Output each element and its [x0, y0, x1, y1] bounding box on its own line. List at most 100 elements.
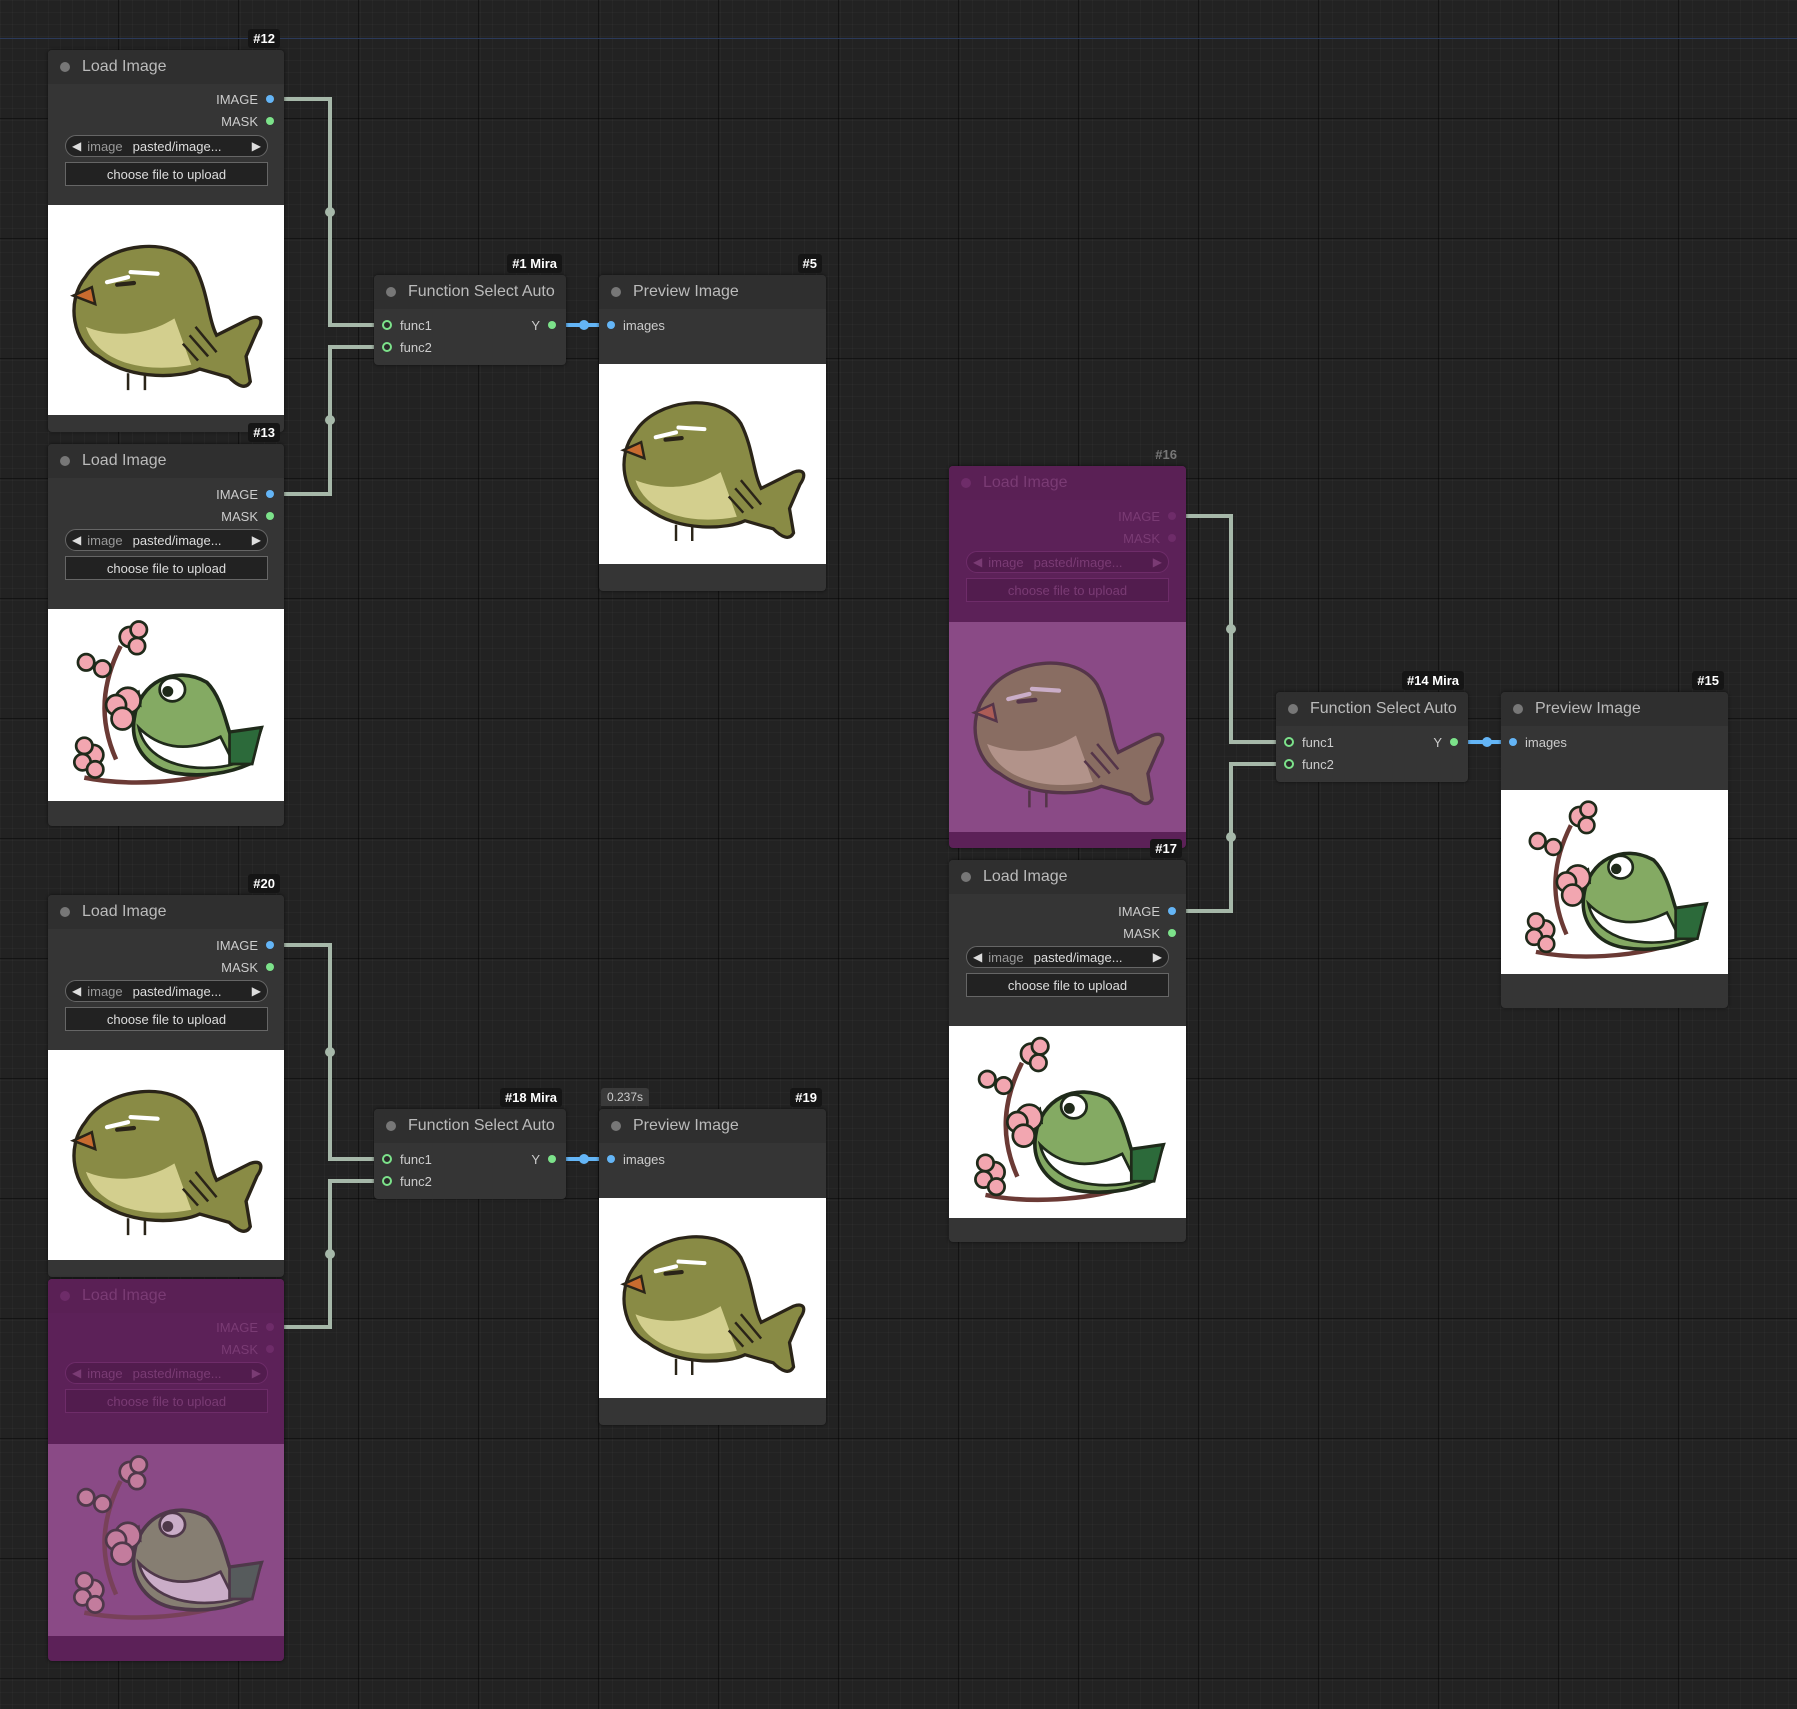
collapse-dot-icon[interactable]: [60, 1291, 70, 1301]
arrow-left-icon[interactable]: ◀: [66, 1366, 87, 1380]
arrow-right-icon[interactable]: ▶: [1147, 950, 1168, 964]
input-func2[interactable]: func2: [382, 336, 432, 358]
func-slot-icon[interactable]: [382, 342, 392, 352]
node-header[interactable]: Load Image: [48, 50, 284, 84]
arrow-right-icon[interactable]: ▶: [246, 1366, 267, 1380]
func-slot-icon[interactable]: [382, 1176, 392, 1186]
image-combo[interactable]: ◀ image pasted/image... ▶: [65, 135, 268, 157]
node-header[interactable]: Function Select Auto: [374, 275, 566, 309]
mask-slot-icon[interactable]: [266, 1345, 274, 1353]
arrow-right-icon[interactable]: ▶: [246, 984, 267, 998]
output-mask[interactable]: MASK: [221, 956, 274, 978]
image-slot-icon[interactable]: [1509, 738, 1517, 746]
collapse-dot-icon[interactable]: [60, 456, 70, 466]
output-y[interactable]: Y: [1433, 731, 1458, 753]
output-slot-icon[interactable]: [548, 321, 556, 329]
output-slot-icon[interactable]: [548, 1155, 556, 1163]
output-slot-icon[interactable]: [1450, 738, 1458, 746]
image-combo[interactable]: ◀ image pasted/image... ▶: [65, 980, 268, 1002]
node-header[interactable]: Load Image: [48, 1279, 284, 1313]
collapse-dot-icon[interactable]: [386, 287, 396, 297]
image-slot-icon[interactable]: [607, 321, 615, 329]
arrow-left-icon[interactable]: ◀: [66, 533, 87, 547]
collapse-dot-icon[interactable]: [60, 62, 70, 72]
output-image[interactable]: IMAGE: [1118, 900, 1176, 922]
upload-button[interactable]: choose file to upload: [966, 973, 1169, 997]
arrow-right-icon[interactable]: ▶: [246, 533, 267, 547]
image-slot-icon[interactable]: [1168, 512, 1176, 520]
node-header[interactable]: Function Select Auto: [1276, 692, 1468, 726]
input-images[interactable]: images: [607, 314, 665, 336]
output-image[interactable]: IMAGE: [216, 88, 274, 110]
collapse-dot-icon[interactable]: [1288, 704, 1298, 714]
image-combo[interactable]: ◀ image pasted/image... ▶: [966, 946, 1169, 968]
function-select-node-14[interactable]: #14 Mira Function Select Auto func1 func…: [1276, 671, 1468, 782]
node-header[interactable]: Load Image: [949, 860, 1186, 894]
output-image[interactable]: IMAGE: [216, 483, 274, 505]
output-mask[interactable]: MASK: [221, 110, 274, 132]
output-mask[interactable]: MASK: [1123, 922, 1176, 944]
collapse-dot-icon[interactable]: [1513, 704, 1523, 714]
preview-image-node-19[interactable]: 0.237s #19 Preview Image images: [599, 1088, 826, 1425]
node-header[interactable]: Load Image: [949, 466, 1186, 500]
arrow-left-icon[interactable]: ◀: [66, 139, 87, 153]
arrow-right-icon[interactable]: ▶: [1147, 555, 1168, 569]
output-mask[interactable]: MASK: [1123, 527, 1176, 549]
preview-image-node-5[interactable]: #5 Preview Image images: [599, 254, 826, 591]
func-slot-icon[interactable]: [1284, 759, 1294, 769]
output-y[interactable]: Y: [531, 314, 556, 336]
collapse-dot-icon[interactable]: [961, 478, 971, 488]
upload-button[interactable]: choose file to upload: [65, 556, 268, 580]
output-image[interactable]: IMAGE: [216, 934, 274, 956]
upload-button[interactable]: choose file to upload: [65, 1007, 268, 1031]
function-select-node-1[interactable]: #1 Mira Function Select Auto func1 func2…: [374, 254, 566, 365]
upload-button[interactable]: choose file to upload: [966, 578, 1169, 602]
load-image-node-20[interactable]: #20 Load Image IMAGE MASK ◀ image pasted/i…: [48, 874, 284, 1277]
image-combo[interactable]: ◀ image pasted/image... ▶: [65, 1362, 268, 1384]
arrow-left-icon[interactable]: ◀: [967, 555, 988, 569]
load-image-node-bypassed[interactable]: Load Image IMAGE MASK ◀ image pasted/image…: [48, 1279, 284, 1661]
mask-slot-icon[interactable]: [266, 963, 274, 971]
upload-button[interactable]: choose file to upload: [65, 1389, 268, 1413]
collapse-dot-icon[interactable]: [386, 1121, 396, 1131]
output-image[interactable]: IMAGE: [1118, 505, 1176, 527]
image-slot-icon[interactable]: [266, 95, 274, 103]
output-mask[interactable]: MASK: [221, 1338, 274, 1360]
mask-slot-icon[interactable]: [1168, 929, 1176, 937]
image-slot-icon[interactable]: [607, 1155, 615, 1163]
image-slot-icon[interactable]: [1168, 907, 1176, 915]
input-images[interactable]: images: [1509, 731, 1567, 753]
image-combo[interactable]: ◀ image pasted/image... ▶: [65, 529, 268, 551]
output-mask[interactable]: MASK: [221, 505, 274, 527]
input-func1[interactable]: func1: [382, 1148, 432, 1170]
collapse-dot-icon[interactable]: [611, 1121, 621, 1131]
input-func1[interactable]: func1: [382, 314, 432, 336]
func-slot-icon[interactable]: [382, 1154, 392, 1164]
mask-slot-icon[interactable]: [266, 512, 274, 520]
collapse-dot-icon[interactable]: [60, 907, 70, 917]
load-image-node-17[interactable]: #17 Load Image IMAGE MASK ◀ image pasted/i…: [949, 839, 1186, 1242]
function-select-node-18[interactable]: #18 Mira Function Select Auto func1 func…: [374, 1088, 566, 1199]
input-func1[interactable]: func1: [1284, 731, 1334, 753]
collapse-dot-icon[interactable]: [611, 287, 621, 297]
node-header[interactable]: Function Select Auto: [374, 1109, 566, 1143]
load-image-node-12[interactable]: #12 Load Image IMAGE MASK ◀ image pasted/i…: [48, 29, 284, 432]
input-func2[interactable]: func2: [382, 1170, 432, 1192]
node-header[interactable]: Load Image: [48, 444, 284, 478]
image-slot-icon[interactable]: [266, 1323, 274, 1331]
arrow-right-icon[interactable]: ▶: [246, 139, 267, 153]
image-slot-icon[interactable]: [266, 941, 274, 949]
func-slot-icon[interactable]: [382, 320, 392, 330]
func-slot-icon[interactable]: [1284, 737, 1294, 747]
node-header[interactable]: Preview Image: [599, 1109, 826, 1143]
node-header[interactable]: Load Image: [48, 895, 284, 929]
arrow-left-icon[interactable]: ◀: [66, 984, 87, 998]
load-image-node-13[interactable]: #13 Load Image IMAGE MASK ◀ image pasted/i…: [48, 423, 284, 826]
mask-slot-icon[interactable]: [266, 117, 274, 125]
image-combo[interactable]: ◀ image pasted/image... ▶: [966, 551, 1169, 573]
node-header[interactable]: Preview Image: [599, 275, 826, 309]
collapse-dot-icon[interactable]: [961, 872, 971, 882]
upload-button[interactable]: choose file to upload: [65, 162, 268, 186]
load-image-node-16[interactable]: #16 Load Image IMAGE MASK ◀ image pasted/i…: [949, 447, 1186, 848]
preview-image-node-15[interactable]: #15 Preview Image images: [1501, 671, 1728, 1008]
